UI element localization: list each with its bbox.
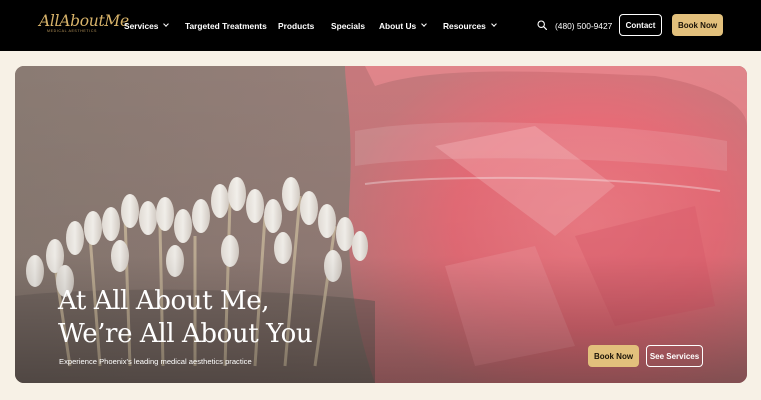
hero-banner: At All About Me, We’re All About You Exp… bbox=[15, 66, 747, 383]
phone-link[interactable]: (480) 500-9427 bbox=[555, 0, 612, 51]
hero-title: At All About Me, We’re All About You bbox=[58, 285, 313, 351]
chevron-down-icon bbox=[421, 21, 428, 27]
nav-item-resources[interactable]: Resources bbox=[443, 0, 497, 51]
hero-subtitle: Experience Phoenix's leading medical aes… bbox=[59, 357, 252, 366]
nav-item-label: About Us bbox=[379, 20, 417, 31]
nav-item-services[interactable]: Services bbox=[124, 0, 170, 51]
nav-item-label: Products bbox=[278, 20, 315, 31]
book-now-button[interactable]: Book Now bbox=[672, 14, 723, 36]
nav-item-specials[interactable]: Specials bbox=[331, 0, 365, 51]
top-navigation: AllAboutMe Medical Aesthetics Services T… bbox=[0, 0, 761, 51]
nav-item-label: Specials bbox=[331, 20, 365, 31]
hero-book-now-button[interactable]: Book Now bbox=[588, 345, 639, 367]
see-services-button[interactable]: See Services bbox=[646, 345, 703, 367]
hero-title-line-1: At All About Me, bbox=[58, 286, 270, 316]
nav-item-products[interactable]: Products bbox=[278, 0, 314, 51]
chevron-down-icon bbox=[163, 21, 170, 27]
nav-item-about-us[interactable]: About Us bbox=[379, 0, 428, 51]
contact-button[interactable]: Contact bbox=[619, 14, 662, 36]
nav-item-label: Services bbox=[124, 20, 159, 31]
site-logo[interactable]: AllAboutMe Medical Aesthetics bbox=[39, 12, 129, 35]
nav-item-label: Targeted Treatments bbox=[185, 20, 267, 31]
logo-text: AllAboutMe bbox=[39, 12, 129, 30]
nav-item-targeted-treatments[interactable]: Targeted Treatments bbox=[185, 0, 267, 51]
chevron-down-icon bbox=[490, 21, 497, 27]
hero-title-line-2: We’re All About You bbox=[58, 319, 313, 349]
search-icon[interactable] bbox=[537, 20, 547, 30]
nav-item-label: Resources bbox=[443, 20, 486, 31]
